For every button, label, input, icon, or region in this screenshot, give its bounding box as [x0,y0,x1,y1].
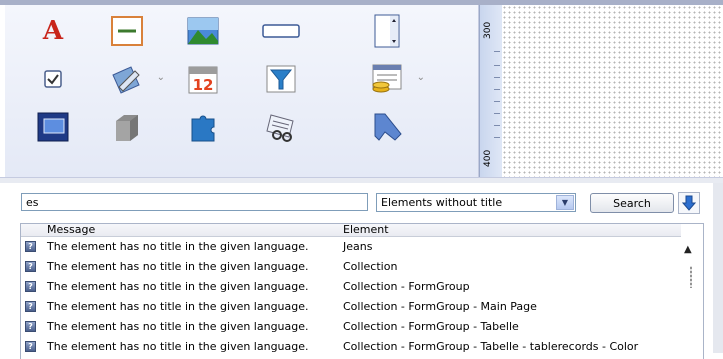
question-icon: ? [25,301,36,312]
plugin-tool-icon[interactable] [181,107,225,147]
vertical-ruler: 300 400 [479,5,503,177]
table-row[interactable]: ? The element has no title in the given … [21,338,681,356]
chevron-down-icon[interactable]: ⌄ [157,72,165,83]
filter-select[interactable]: Elements without title ▼ [376,193,576,212]
row-message: The element has no title in the given la… [47,240,309,253]
column-header-element[interactable]: Element [343,224,389,236]
frame-tool-icon[interactable] [31,107,75,147]
question-icon: ? [25,241,36,252]
table-row[interactable]: ? The element has no title in the given … [21,298,681,316]
calendar-tool-icon[interactable]: 12 [181,59,225,99]
table-row[interactable]: ? The element has no title in the given … [21,318,681,336]
image-tool-icon[interactable] [181,11,225,51]
element-toolbox: A ⌄ 12 ⌄ [5,5,479,177]
question-icon: ? [25,281,36,292]
text-tool-icon[interactable]: A [31,11,75,51]
search-button[interactable]: Search [590,193,674,213]
row-message: The element has no title in the given la… [47,280,309,293]
row-element: Jeans [343,240,373,253]
checkbox-tool-icon[interactable] [31,59,75,99]
chevron-down-icon[interactable]: ▼ [556,195,574,210]
listbox-tool-icon[interactable] [365,11,409,51]
scroll-up-icon[interactable]: ▲ [684,244,692,255]
row-element: Collection - FormGroup - Main Page [343,300,537,313]
download-arrow-icon[interactable] [678,192,700,214]
row-message: The element has no title in the given la… [47,260,309,273]
question-icon: ? [25,341,36,352]
filter-tool-icon[interactable] [259,59,303,99]
question-icon: ? [25,261,36,272]
database-tool-icon[interactable]: ⌄ [365,59,425,99]
row-element: Collection - FormGroup [343,280,470,293]
row-element: Collection - FormGroup - Tabelle [343,320,519,333]
ruler-label-300: 300 [483,21,493,39]
table-header: Message Element [21,224,681,237]
search-input[interactable] [21,193,368,211]
bookmark-tool-icon[interactable] [365,107,409,147]
table-row[interactable]: ? The element has no title in the given … [21,238,681,256]
table-row[interactable]: ? The element has no title in the given … [21,278,681,296]
row-element: Collection [343,260,398,273]
row-element: Collection - FormGroup - Tabelle - table… [343,340,639,353]
ruler-label-400: 400 [483,149,493,167]
right-edge-strip [713,183,723,353]
svg-text:12: 12 [193,76,214,94]
scrollbar-grip[interactable] [690,266,692,288]
column-header-message[interactable]: Message [47,224,95,236]
question-icon: ? [25,321,36,332]
line-tool-icon[interactable] [105,11,149,51]
table-row[interactable]: ? The element has no title in the given … [21,258,681,276]
row-message: The element has no title in the given la… [47,300,309,313]
chevron-down-icon[interactable]: ⌄ [417,72,425,83]
search-records-tool-icon[interactable] [259,107,303,147]
vertical-scrollbar[interactable]: ▲ [682,236,701,353]
edit-tool-icon[interactable]: ⌄ [105,59,165,99]
design-canvas[interactable] [502,5,723,177]
container-tool-icon[interactable] [105,107,149,147]
row-message: The element has no title in the given la… [47,340,309,353]
filter-select-value: Elements without title [381,196,503,209]
textfield-tool-icon[interactable] [259,11,303,51]
row-message: The element has no title in the given la… [47,320,309,333]
